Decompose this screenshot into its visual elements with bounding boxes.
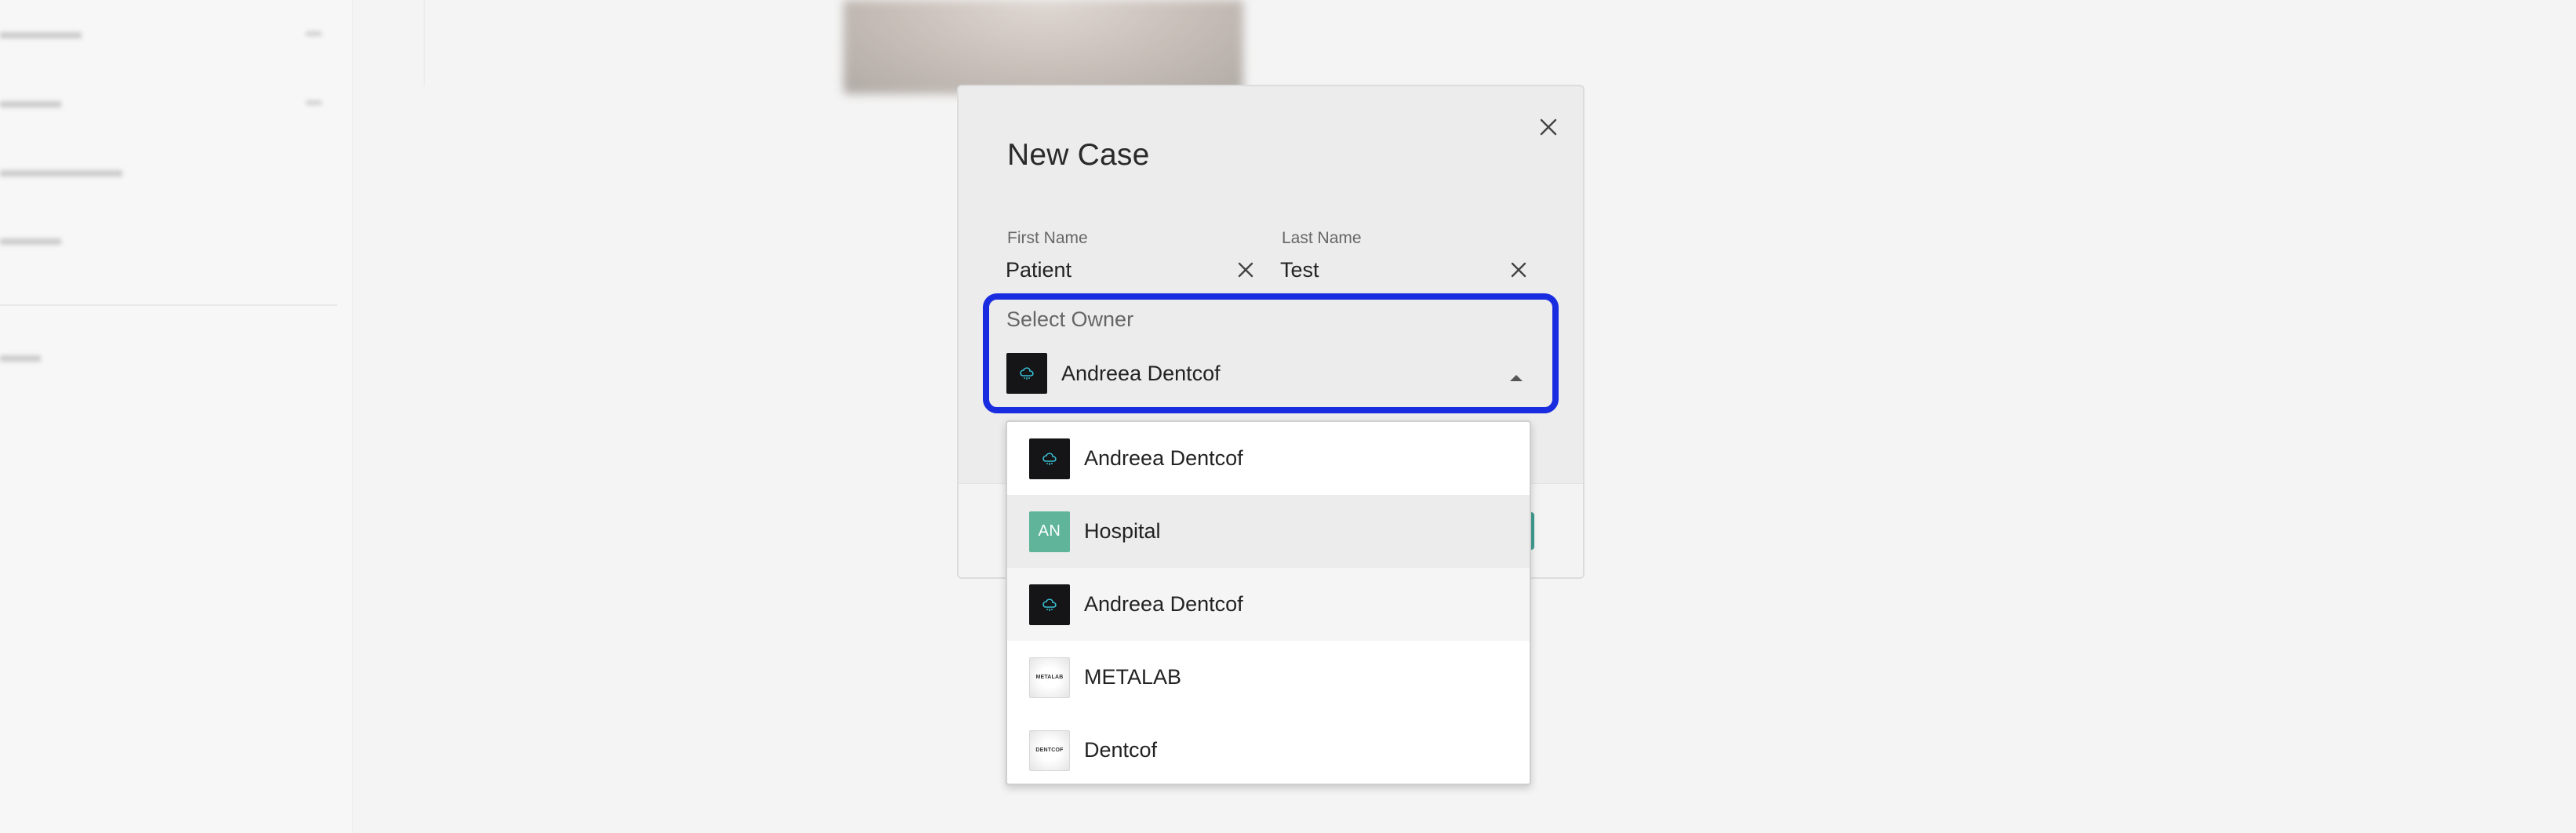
background-divider xyxy=(0,304,337,306)
option-avatar xyxy=(1029,584,1070,625)
first-name-input[interactable] xyxy=(1006,253,1225,287)
background-nav-item: ▬▬▬▬ ▬ xyxy=(0,19,322,43)
owner-option-andreea-dentcof-selected[interactable]: Andreea Dentcof xyxy=(1007,568,1530,641)
owner-select-label: Select Owner xyxy=(1006,307,1134,331)
owner-option-andreea-dentcof[interactable]: Andreea Dentcof xyxy=(1007,422,1530,495)
option-label: METALAB xyxy=(1084,665,1182,689)
metalab-logo-icon: METALAB xyxy=(1029,657,1070,698)
owner-select[interactable]: Select Owner Andreea Dentcof xyxy=(983,293,1559,413)
clear-icon xyxy=(1238,262,1253,278)
owner-option-metalab[interactable]: METALAB METALAB xyxy=(1007,641,1530,714)
close-button[interactable] xyxy=(1531,110,1566,144)
dentcof-logo-icon: DENTCOF xyxy=(1029,729,1070,771)
caret-up-icon xyxy=(1510,375,1523,381)
background-nav-item: ▬▬▬ xyxy=(0,225,61,249)
dialog-title: New Case xyxy=(1007,138,1150,172)
owner-dropdown-menu: Andreea Dentcof AN Hospital Andreea Dent… xyxy=(1006,420,1531,785)
background-nav-item: ▬▬▬▬▬▬ xyxy=(0,157,122,181)
first-name-label: First Name xyxy=(1007,229,1088,247)
owner-avatar xyxy=(1006,353,1047,394)
option-label: Hospital xyxy=(1084,519,1161,543)
brand-logo-icon xyxy=(1042,452,1057,465)
owner-option-dentcof[interactable]: DENTCOF Dentcof xyxy=(1007,714,1530,784)
option-label: Andreea Dentcof xyxy=(1084,446,1243,470)
background-sidebar: ▬▬▬▬ ▬ ▬▬▬ ▬ ▬▬▬▬▬▬ ▬▬▬ ▬▬ xyxy=(0,0,353,833)
owner-selected-value: Andreea Dentcof xyxy=(1006,353,1221,394)
last-name-input[interactable] xyxy=(1280,253,1500,287)
background-divider xyxy=(424,0,425,86)
close-icon xyxy=(1540,118,1557,136)
option-avatar xyxy=(1029,438,1070,479)
brand-logo-icon xyxy=(1020,367,1034,380)
option-label: Andreea Dentcof xyxy=(1084,592,1243,616)
owner-option-hospital[interactable]: AN Hospital xyxy=(1007,495,1530,568)
option-avatar-initials: AN xyxy=(1029,511,1070,552)
background-nav-item: ▬▬ xyxy=(0,342,41,366)
background-nav-item: ▬▬▬ ▬ xyxy=(0,88,322,112)
option-label: Dentcof xyxy=(1084,738,1158,762)
owner-selected-name: Andreea Dentcof xyxy=(1061,361,1221,385)
last-name-clear-button[interactable] xyxy=(1503,254,1534,286)
background-photo xyxy=(843,0,1243,94)
brand-logo-icon xyxy=(1042,598,1057,611)
clear-icon xyxy=(1511,262,1526,278)
first-name-clear-button[interactable] xyxy=(1230,254,1261,286)
last-name-label: Last Name xyxy=(1282,229,1362,247)
